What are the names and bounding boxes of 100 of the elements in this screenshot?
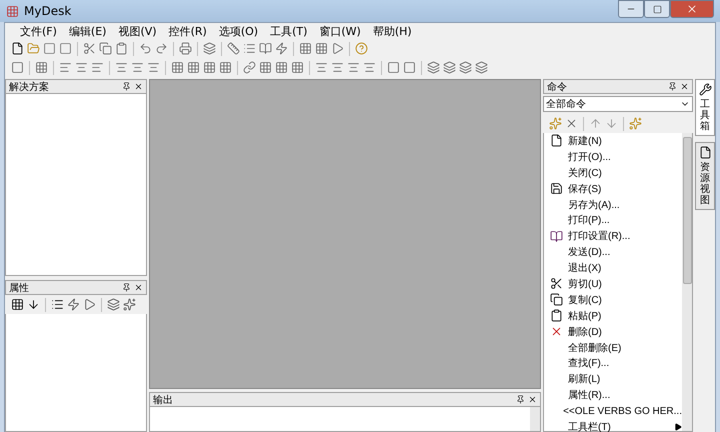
square-icon[interactable] — [11, 61, 24, 74]
close-button[interactable] — [670, 0, 714, 18]
command-item[interactable]: 粘贴(P) — [544, 308, 682, 324]
command-item[interactable]: 新建(N) — [544, 133, 682, 149]
layers-icon[interactable] — [203, 42, 216, 55]
grid-icon[interactable] — [299, 42, 312, 55]
menu-item[interactable]: 文件(F) — [15, 24, 62, 38]
pin-icon[interactable] — [668, 82, 677, 91]
new-command-icon[interactable] — [549, 117, 562, 130]
command-item[interactable]: 打印(P)... — [544, 212, 682, 228]
scrollbar[interactable] — [682, 133, 692, 431]
square-icon[interactable] — [59, 42, 72, 55]
layers-icon[interactable] — [107, 298, 120, 312]
align-left-icon[interactable] — [91, 61, 104, 74]
panel-title: 命令 — [547, 80, 568, 94]
align-center-icon[interactable] — [315, 61, 328, 74]
align-center-icon[interactable] — [115, 61, 128, 74]
pin-icon[interactable] — [122, 82, 131, 91]
filter-dropdown[interactable]: 全部命令 — [543, 96, 693, 112]
command-item[interactable]: 删除(D) — [544, 324, 682, 340]
panel-title: 解决方案 — [9, 80, 50, 94]
align-center-icon[interactable] — [147, 61, 160, 74]
pin-icon[interactable] — [516, 395, 525, 404]
layers-icon[interactable] — [475, 61, 488, 74]
clipboard-icon[interactable] — [115, 42, 128, 55]
align-center-icon[interactable] — [131, 61, 144, 74]
command-item[interactable]: 属性(R)... — [544, 387, 682, 404]
minimize-button[interactable] — [618, 0, 644, 18]
align-center-icon[interactable] — [347, 61, 360, 74]
wrench-icon — [698, 83, 712, 96]
square-icon[interactable] — [403, 61, 416, 74]
menu-item[interactable]: 编辑(E) — [64, 24, 112, 38]
command-item[interactable]: <<OLE VERBS GO HER... — [544, 403, 682, 420]
pin-icon[interactable] — [122, 283, 131, 292]
command-item[interactable]: 刷新(L) — [544, 371, 682, 388]
close-icon[interactable] — [134, 82, 143, 91]
lightning-icon[interactable] — [275, 42, 288, 55]
sparkle-icon[interactable] — [123, 298, 136, 312]
arrow-icon[interactable] — [83, 298, 96, 312]
command-item[interactable]: 另存为(A)... — [544, 196, 682, 212]
undo-icon[interactable] — [139, 42, 152, 55]
grid-icon[interactable] — [35, 61, 48, 74]
command-item[interactable]: 查找(F)... — [544, 355, 682, 372]
layers-icon[interactable] — [443, 61, 456, 74]
align-center-icon[interactable] — [363, 61, 376, 74]
grid-icon[interactable] — [187, 61, 200, 74]
layers-icon[interactable] — [459, 61, 472, 74]
redo-icon[interactable] — [155, 42, 168, 55]
sort-icon[interactable] — [27, 298, 40, 312]
delete-icon[interactable] — [565, 117, 578, 130]
page-icon — [698, 146, 712, 159]
menu-item[interactable]: 控件(R) — [164, 24, 212, 38]
maximize-button[interactable] — [644, 0, 670, 18]
menu-item[interactable]: 选项(O) — [214, 24, 264, 38]
command-item[interactable]: 打印设置(R)... — [544, 228, 682, 244]
align-left-icon[interactable] — [59, 61, 72, 74]
grid-icon[interactable] — [171, 61, 184, 74]
square-icon[interactable] — [387, 61, 400, 74]
grid-icon[interactable] — [275, 61, 288, 74]
square-icon[interactable] — [43, 42, 56, 55]
grid-icon[interactable] — [203, 61, 216, 74]
grid-icon[interactable] — [259, 61, 272, 74]
copy-icon[interactable] — [99, 42, 112, 55]
scrollbar[interactable] — [530, 407, 540, 431]
command-item[interactable]: 复制(C) — [544, 292, 682, 308]
book-icon[interactable] — [259, 42, 272, 55]
help-icon[interactable] — [355, 42, 368, 55]
sparkle-icon[interactable] — [629, 117, 642, 130]
command-item[interactable]: 发送(D)... — [544, 244, 682, 260]
command-item[interactable]: 打开(O)... — [544, 148, 682, 165]
command-item[interactable]: 剪切(U) — [544, 276, 682, 292]
ruler-icon[interactable] — [227, 42, 240, 55]
side-tab[interactable]: 工具箱 — [695, 79, 715, 136]
command-item[interactable]: 关闭(C) — [544, 164, 682, 181]
grid-icon[interactable] — [315, 42, 328, 55]
new-file-icon[interactable] — [11, 42, 24, 55]
menu-item[interactable]: 窗口(W) — [314, 24, 366, 38]
copy-icon — [550, 293, 562, 306]
command-item[interactable]: 退出(X) — [544, 260, 682, 276]
menu-item[interactable]: 帮助(H) — [368, 24, 417, 38]
close-icon[interactable] — [528, 395, 537, 404]
menu-item[interactable]: 视图(V) — [113, 24, 162, 38]
play-icon[interactable] — [331, 42, 344, 55]
side-tab[interactable]: 资源视图 — [695, 142, 715, 210]
menu-item[interactable]: 工具(T) — [265, 24, 312, 38]
printer-icon[interactable] — [179, 42, 192, 55]
close-icon[interactable] — [680, 82, 689, 91]
close-icon[interactable] — [134, 283, 143, 292]
link-icon[interactable] — [243, 61, 256, 74]
align-center-icon[interactable] — [331, 61, 344, 74]
command-item[interactable]: 工具栏(T) — [544, 419, 682, 432]
lightning-icon[interactable] — [67, 298, 80, 312]
command-item[interactable]: 保存(S) — [544, 180, 682, 197]
panel-title: 属性 — [9, 282, 30, 295]
command-item[interactable]: 全部删除(E) — [544, 340, 682, 356]
scissors-icon[interactable] — [83, 42, 96, 55]
align-center-icon[interactable] — [75, 61, 88, 74]
grid-icon[interactable] — [219, 61, 232, 74]
layers-icon[interactable] — [427, 61, 440, 74]
grid-icon[interactable] — [291, 61, 304, 74]
